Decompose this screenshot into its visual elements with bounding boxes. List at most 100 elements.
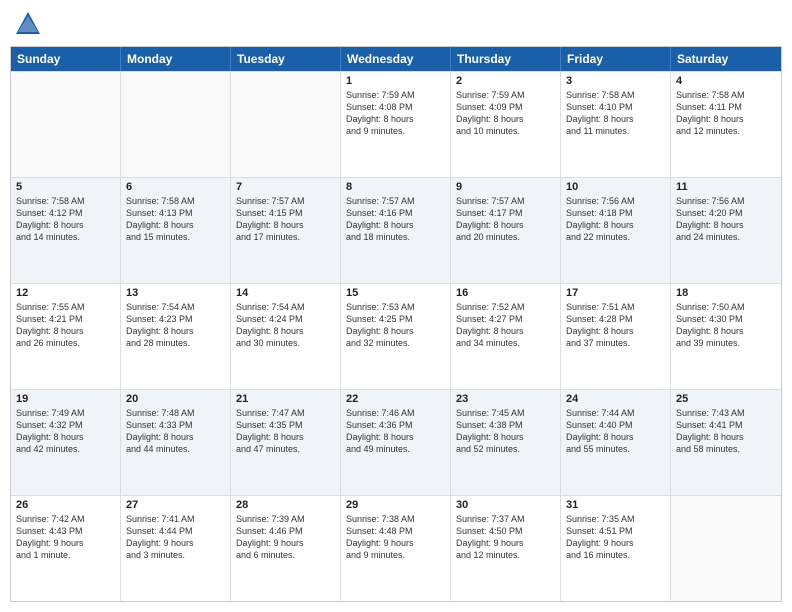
calendar-row: 19Sunrise: 7:49 AMSunset: 4:32 PMDayligh… <box>11 389 781 495</box>
day-number: 31 <box>566 499 665 511</box>
calendar-cell: 16Sunrise: 7:52 AMSunset: 4:27 PMDayligh… <box>451 284 561 389</box>
day-number: 18 <box>676 287 776 299</box>
cell-line: Daylight: 8 hours <box>676 219 776 231</box>
day-number: 21 <box>236 393 335 405</box>
cell-line: and 3 minutes. <box>126 549 225 561</box>
day-number: 29 <box>346 499 445 511</box>
cell-line: and 52 minutes. <box>456 443 555 455</box>
calendar-cell: 17Sunrise: 7:51 AMSunset: 4:28 PMDayligh… <box>561 284 671 389</box>
cell-line: Sunset: 4:50 PM <box>456 525 555 537</box>
header-day-friday: Friday <box>561 47 671 71</box>
cell-line: Daylight: 8 hours <box>236 431 335 443</box>
calendar-cell: 5Sunrise: 7:58 AMSunset: 4:12 PMDaylight… <box>11 178 121 283</box>
cell-line: Sunrise: 7:58 AM <box>566 89 665 101</box>
calendar-cell: 27Sunrise: 7:41 AMSunset: 4:44 PMDayligh… <box>121 496 231 601</box>
calendar-cell: 11Sunrise: 7:56 AMSunset: 4:20 PMDayligh… <box>671 178 781 283</box>
cell-line: and 9 minutes. <box>346 549 445 561</box>
cell-line: Sunrise: 7:55 AM <box>16 301 115 313</box>
cell-line: Sunset: 4:15 PM <box>236 207 335 219</box>
calendar-cell: 21Sunrise: 7:47 AMSunset: 4:35 PMDayligh… <box>231 390 341 495</box>
day-number: 22 <box>346 393 445 405</box>
calendar-cell: 28Sunrise: 7:39 AMSunset: 4:46 PMDayligh… <box>231 496 341 601</box>
cell-line: Sunset: 4:09 PM <box>456 101 555 113</box>
cell-line: Sunset: 4:41 PM <box>676 419 776 431</box>
calendar-cell: 24Sunrise: 7:44 AMSunset: 4:40 PMDayligh… <box>561 390 671 495</box>
cell-line: and 39 minutes. <box>676 337 776 349</box>
calendar-cell <box>11 72 121 177</box>
cell-line: Sunrise: 7:42 AM <box>16 513 115 525</box>
cell-line: Daylight: 9 hours <box>566 537 665 549</box>
calendar-cell: 13Sunrise: 7:54 AMSunset: 4:23 PMDayligh… <box>121 284 231 389</box>
cell-line: Sunset: 4:16 PM <box>346 207 445 219</box>
cell-line: and 12 minutes. <box>456 549 555 561</box>
cell-line: Sunset: 4:44 PM <box>126 525 225 537</box>
calendar-cell <box>121 72 231 177</box>
day-number: 30 <box>456 499 555 511</box>
cell-line: Sunset: 4:27 PM <box>456 313 555 325</box>
cell-line: and 26 minutes. <box>16 337 115 349</box>
cell-line: and 1 minute. <box>16 549 115 561</box>
cell-line: and 47 minutes. <box>236 443 335 455</box>
calendar-cell: 12Sunrise: 7:55 AMSunset: 4:21 PMDayligh… <box>11 284 121 389</box>
calendar: SundayMondayTuesdayWednesdayThursdayFrid… <box>10 46 782 602</box>
cell-line: and 55 minutes. <box>566 443 665 455</box>
page: SundayMondayTuesdayWednesdayThursdayFrid… <box>0 0 792 612</box>
calendar-cell: 19Sunrise: 7:49 AMSunset: 4:32 PMDayligh… <box>11 390 121 495</box>
header-day-thursday: Thursday <box>451 47 561 71</box>
cell-line: and 11 minutes. <box>566 125 665 137</box>
cell-line: Daylight: 9 hours <box>126 537 225 549</box>
calendar-cell: 7Sunrise: 7:57 AMSunset: 4:15 PMDaylight… <box>231 178 341 283</box>
day-number: 25 <box>676 393 776 405</box>
cell-line: Sunrise: 7:50 AM <box>676 301 776 313</box>
header-day-saturday: Saturday <box>671 47 781 71</box>
cell-line: Sunrise: 7:58 AM <box>16 195 115 207</box>
day-number: 4 <box>676 75 776 87</box>
cell-line: Sunrise: 7:45 AM <box>456 407 555 419</box>
day-number: 13 <box>126 287 225 299</box>
day-number: 8 <box>346 181 445 193</box>
cell-line: Sunrise: 7:37 AM <box>456 513 555 525</box>
cell-line: Sunrise: 7:57 AM <box>236 195 335 207</box>
cell-line: Sunset: 4:40 PM <box>566 419 665 431</box>
day-number: 12 <box>16 287 115 299</box>
calendar-cell <box>671 496 781 601</box>
calendar-cell: 30Sunrise: 7:37 AMSunset: 4:50 PMDayligh… <box>451 496 561 601</box>
day-number: 9 <box>456 181 555 193</box>
cell-line: Daylight: 8 hours <box>456 431 555 443</box>
calendar-cell: 22Sunrise: 7:46 AMSunset: 4:36 PMDayligh… <box>341 390 451 495</box>
cell-line: Sunrise: 7:58 AM <box>126 195 225 207</box>
day-number: 2 <box>456 75 555 87</box>
cell-line: Sunset: 4:32 PM <box>16 419 115 431</box>
cell-line: and 10 minutes. <box>456 125 555 137</box>
calendar-cell: 3Sunrise: 7:58 AMSunset: 4:10 PMDaylight… <box>561 72 671 177</box>
cell-line: Sunrise: 7:53 AM <box>346 301 445 313</box>
calendar-row: 1Sunrise: 7:59 AMSunset: 4:08 PMDaylight… <box>11 71 781 177</box>
header-day-monday: Monday <box>121 47 231 71</box>
cell-line: and 32 minutes. <box>346 337 445 349</box>
cell-line: Daylight: 8 hours <box>566 431 665 443</box>
cell-line: Sunrise: 7:54 AM <box>236 301 335 313</box>
day-number: 1 <box>346 75 445 87</box>
cell-line: and 37 minutes. <box>566 337 665 349</box>
calendar-cell: 9Sunrise: 7:57 AMSunset: 4:17 PMDaylight… <box>451 178 561 283</box>
cell-line: Daylight: 9 hours <box>346 537 445 549</box>
cell-line: Sunset: 4:20 PM <box>676 207 776 219</box>
day-number: 17 <box>566 287 665 299</box>
cell-line: Sunrise: 7:58 AM <box>676 89 776 101</box>
cell-line: Sunset: 4:36 PM <box>346 419 445 431</box>
calendar-body: 1Sunrise: 7:59 AMSunset: 4:08 PMDaylight… <box>11 71 781 601</box>
calendar-cell: 31Sunrise: 7:35 AMSunset: 4:51 PMDayligh… <box>561 496 671 601</box>
day-number: 3 <box>566 75 665 87</box>
cell-line: and 42 minutes. <box>16 443 115 455</box>
cell-line: Daylight: 8 hours <box>16 219 115 231</box>
cell-line: Sunrise: 7:35 AM <box>566 513 665 525</box>
cell-line: Daylight: 8 hours <box>16 325 115 337</box>
cell-line: Daylight: 8 hours <box>16 431 115 443</box>
cell-line: Sunrise: 7:41 AM <box>126 513 225 525</box>
cell-line: and 22 minutes. <box>566 231 665 243</box>
calendar-cell <box>231 72 341 177</box>
calendar-cell: 29Sunrise: 7:38 AMSunset: 4:48 PMDayligh… <box>341 496 451 601</box>
cell-line: Daylight: 8 hours <box>676 431 776 443</box>
cell-line: Daylight: 8 hours <box>456 325 555 337</box>
cell-line: Sunset: 4:38 PM <box>456 419 555 431</box>
